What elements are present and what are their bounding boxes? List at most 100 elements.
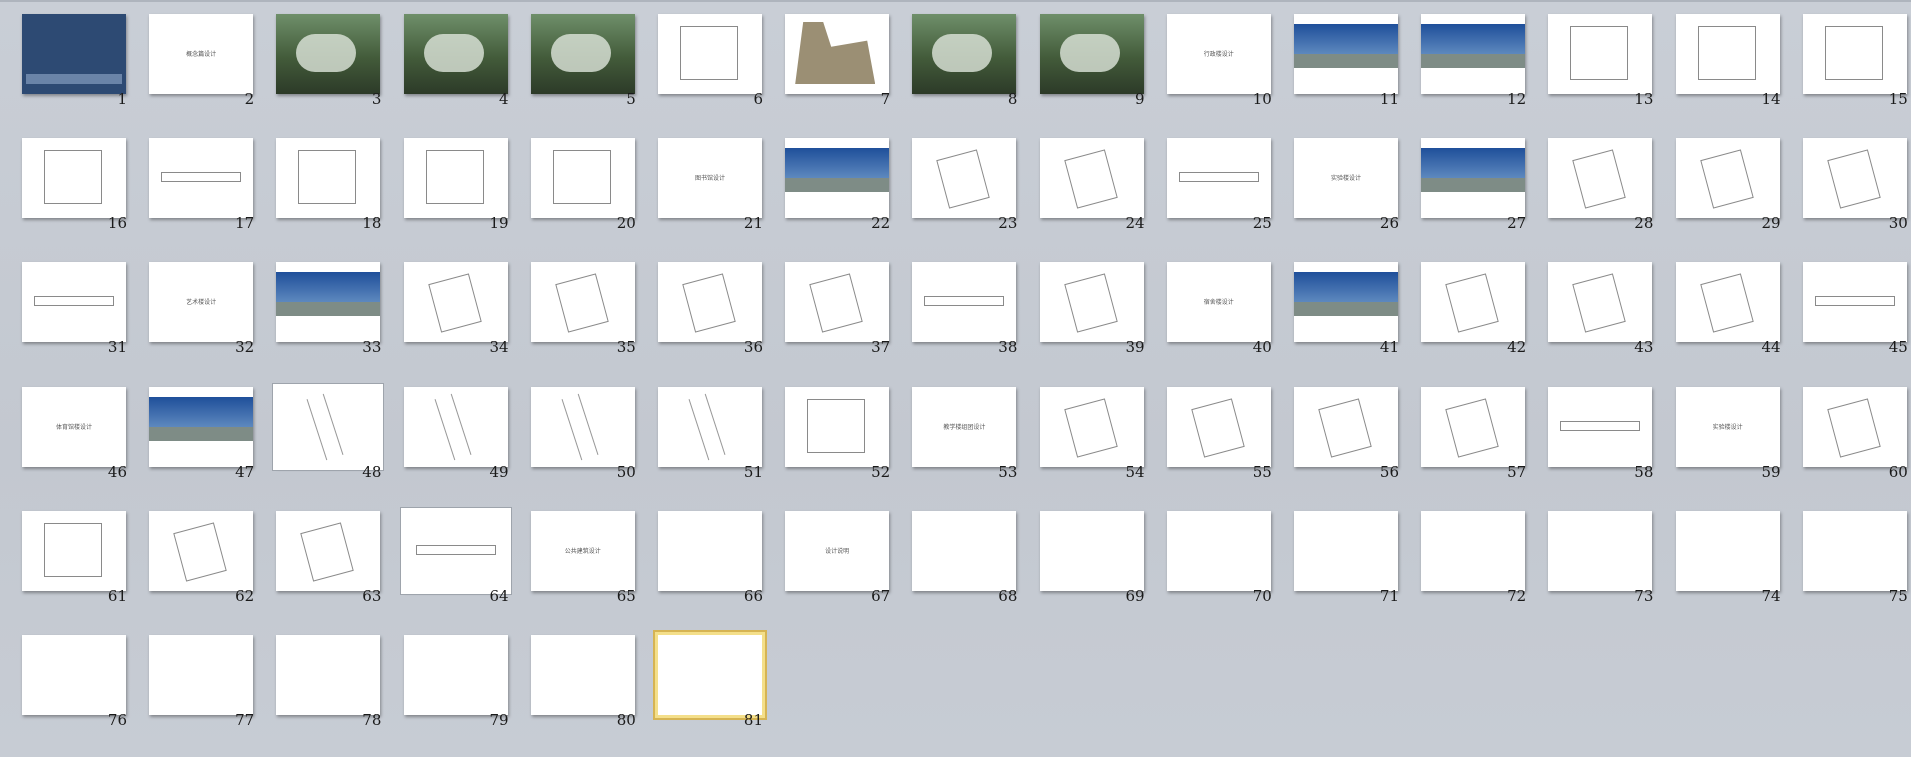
slide-preview[interactable] [403,262,508,343]
slide-thumbnail-73[interactable]: 73 [1526,497,1653,621]
slide-thumbnail-24[interactable]: 24 [1018,124,1145,248]
slide-preview[interactable] [1421,14,1526,94]
slide-thumbnail-12[interactable]: 12 [1399,0,1526,124]
slide-thumbnail-62[interactable]: 62 [127,497,254,621]
slide-preview[interactable] [1802,262,1907,343]
slide-preview[interactable] [912,138,1017,219]
slide-thumbnail-29[interactable]: 29 [1654,124,1781,248]
slide-thumbnail-40[interactable]: 宿舍楼设计 40 [1145,248,1272,372]
slide-thumbnail-36[interactable]: 36 [636,248,763,372]
slide-preview[interactable] [403,138,508,219]
slide-preview[interactable] [1421,138,1526,219]
slide-thumbnail-77[interactable]: 77 [127,621,254,745]
slide-thumbnail-78[interactable]: 78 [254,621,381,745]
slide-preview[interactable] [1294,14,1398,94]
slide-thumbnail-41[interactable]: 41 [1272,248,1399,372]
slide-thumbnail-35[interactable]: 35 [509,248,636,372]
slide-preview[interactable] [149,138,254,219]
slide-preview[interactable] [276,510,381,591]
slide-preview[interactable]: 概念篇设计 [149,14,254,94]
slide-thumbnail-9[interactable]: 9 [1018,0,1145,124]
slide-preview[interactable] [273,383,384,470]
slide-preview[interactable] [1548,510,1653,591]
slide-preview[interactable]: 公共建筑设计 [530,510,635,591]
slide-preview[interactable] [912,14,1017,94]
slide-preview[interactable] [1166,386,1271,467]
slide-preview[interactable] [1548,262,1653,343]
slide-thumbnail-48[interactable]: 48 [254,373,384,497]
slide-preview[interactable] [149,510,254,591]
slide-thumbnail-31[interactable]: 31 [0,248,127,372]
slide-preview[interactable] [1039,510,1144,591]
slide-preview[interactable] [530,262,635,343]
slide-thumbnail-37[interactable]: 37 [763,248,890,372]
slide-preview[interactable]: 宿舍楼设计 [1166,262,1271,343]
slide-preview[interactable] [276,262,381,343]
slide-preview[interactable] [1548,386,1653,467]
slide-preview[interactable] [530,635,635,715]
slide-thumbnail-49[interactable]: 49 [382,373,509,497]
slide-thumbnail-5[interactable]: 5 [509,0,636,124]
slide-preview[interactable] [1039,262,1144,343]
slide-preview[interactable] [1294,510,1398,591]
slide-preview[interactable] [276,635,381,715]
slide-preview[interactable] [530,14,635,94]
slide-preview[interactable] [658,14,762,94]
slide-preview[interactable] [658,510,762,591]
slide-thumbnail-57[interactable]: 57 [1399,373,1526,497]
slide-thumbnail-20[interactable]: 20 [509,124,636,248]
slide-thumbnail-16[interactable]: 16 [0,124,127,248]
slide-preview[interactable] [1675,510,1780,591]
slide-preview[interactable] [1166,510,1271,591]
slide-thumbnail-53[interactable]: 教学楼组团设计 53 [890,373,1017,497]
slide-preview[interactable]: 行政楼设计 [1166,14,1271,94]
slide-preview[interactable] [1039,386,1144,467]
slide-preview[interactable] [1802,138,1907,219]
slide-preview[interactable] [1039,14,1144,94]
slide-preview[interactable]: 艺术楼设计 [149,262,254,343]
slide-thumbnail-45[interactable]: 45 [1781,248,1908,372]
slide-thumbnail-42[interactable]: 42 [1399,248,1526,372]
slide-thumbnail-47[interactable]: 47 [127,373,254,497]
slide-thumbnail-3[interactable]: 3 [254,0,381,124]
slide-thumbnail-26[interactable]: 实验楼设计 26 [1272,124,1399,248]
slide-thumbnail-64[interactable]: 64 [382,497,511,621]
slide-thumbnail-14[interactable]: 14 [1654,0,1781,124]
slide-thumbnail-61[interactable]: 61 [0,497,127,621]
slide-preview[interactable]: 教学楼组团设计 [912,386,1017,467]
slide-preview[interactable] [400,507,511,594]
slide-thumbnail-66[interactable]: 66 [636,497,763,621]
slide-thumbnail-10[interactable]: 行政楼设计 10 [1145,0,1272,124]
slide-preview[interactable] [912,262,1017,343]
slide-preview[interactable] [149,386,254,467]
slide-preview[interactable] [785,14,890,94]
slide-preview[interactable] [658,262,762,343]
slide-thumbnail-1[interactable]: 1 [0,0,127,124]
slide-thumbnail-2[interactable]: 概念篇设计 2 [127,0,254,124]
slide-preview[interactable] [785,386,890,467]
slide-thumbnail-32[interactable]: 艺术楼设计 32 [127,248,254,372]
slide-thumbnail-65[interactable]: 公共建筑设计 65 [509,497,636,621]
slide-thumbnail-17[interactable]: 17 [127,124,254,248]
slide-preview[interactable] [1548,138,1653,219]
slide-preview[interactable] [22,510,126,591]
slide-preview[interactable] [1421,510,1526,591]
slide-preview[interactable] [22,138,126,219]
slide-preview[interactable] [912,510,1017,591]
slide-preview[interactable] [276,138,381,219]
slide-preview[interactable] [1675,262,1780,343]
slide-thumbnail-46[interactable]: 体育馆楼设计 46 [0,373,127,497]
slide-thumbnail-80[interactable]: 80 [509,621,636,745]
slide-preview[interactable] [1802,510,1907,591]
slide-thumbnail-70[interactable]: 70 [1145,497,1272,621]
slide-preview[interactable] [22,14,126,94]
slide-preview[interactable]: 实验楼设计 [1294,138,1398,219]
slide-preview[interactable] [785,262,890,343]
slide-thumbnail-51[interactable]: 51 [636,373,763,497]
slide-thumbnail-23[interactable]: 23 [890,124,1017,248]
slide-thumbnail-34[interactable]: 34 [382,248,509,372]
slide-thumbnail-4[interactable]: 4 [382,0,509,124]
slide-thumbnail-43[interactable]: 43 [1526,248,1653,372]
slide-thumbnail-54[interactable]: 54 [1018,373,1145,497]
slide-thumbnail-50[interactable]: 50 [509,373,636,497]
